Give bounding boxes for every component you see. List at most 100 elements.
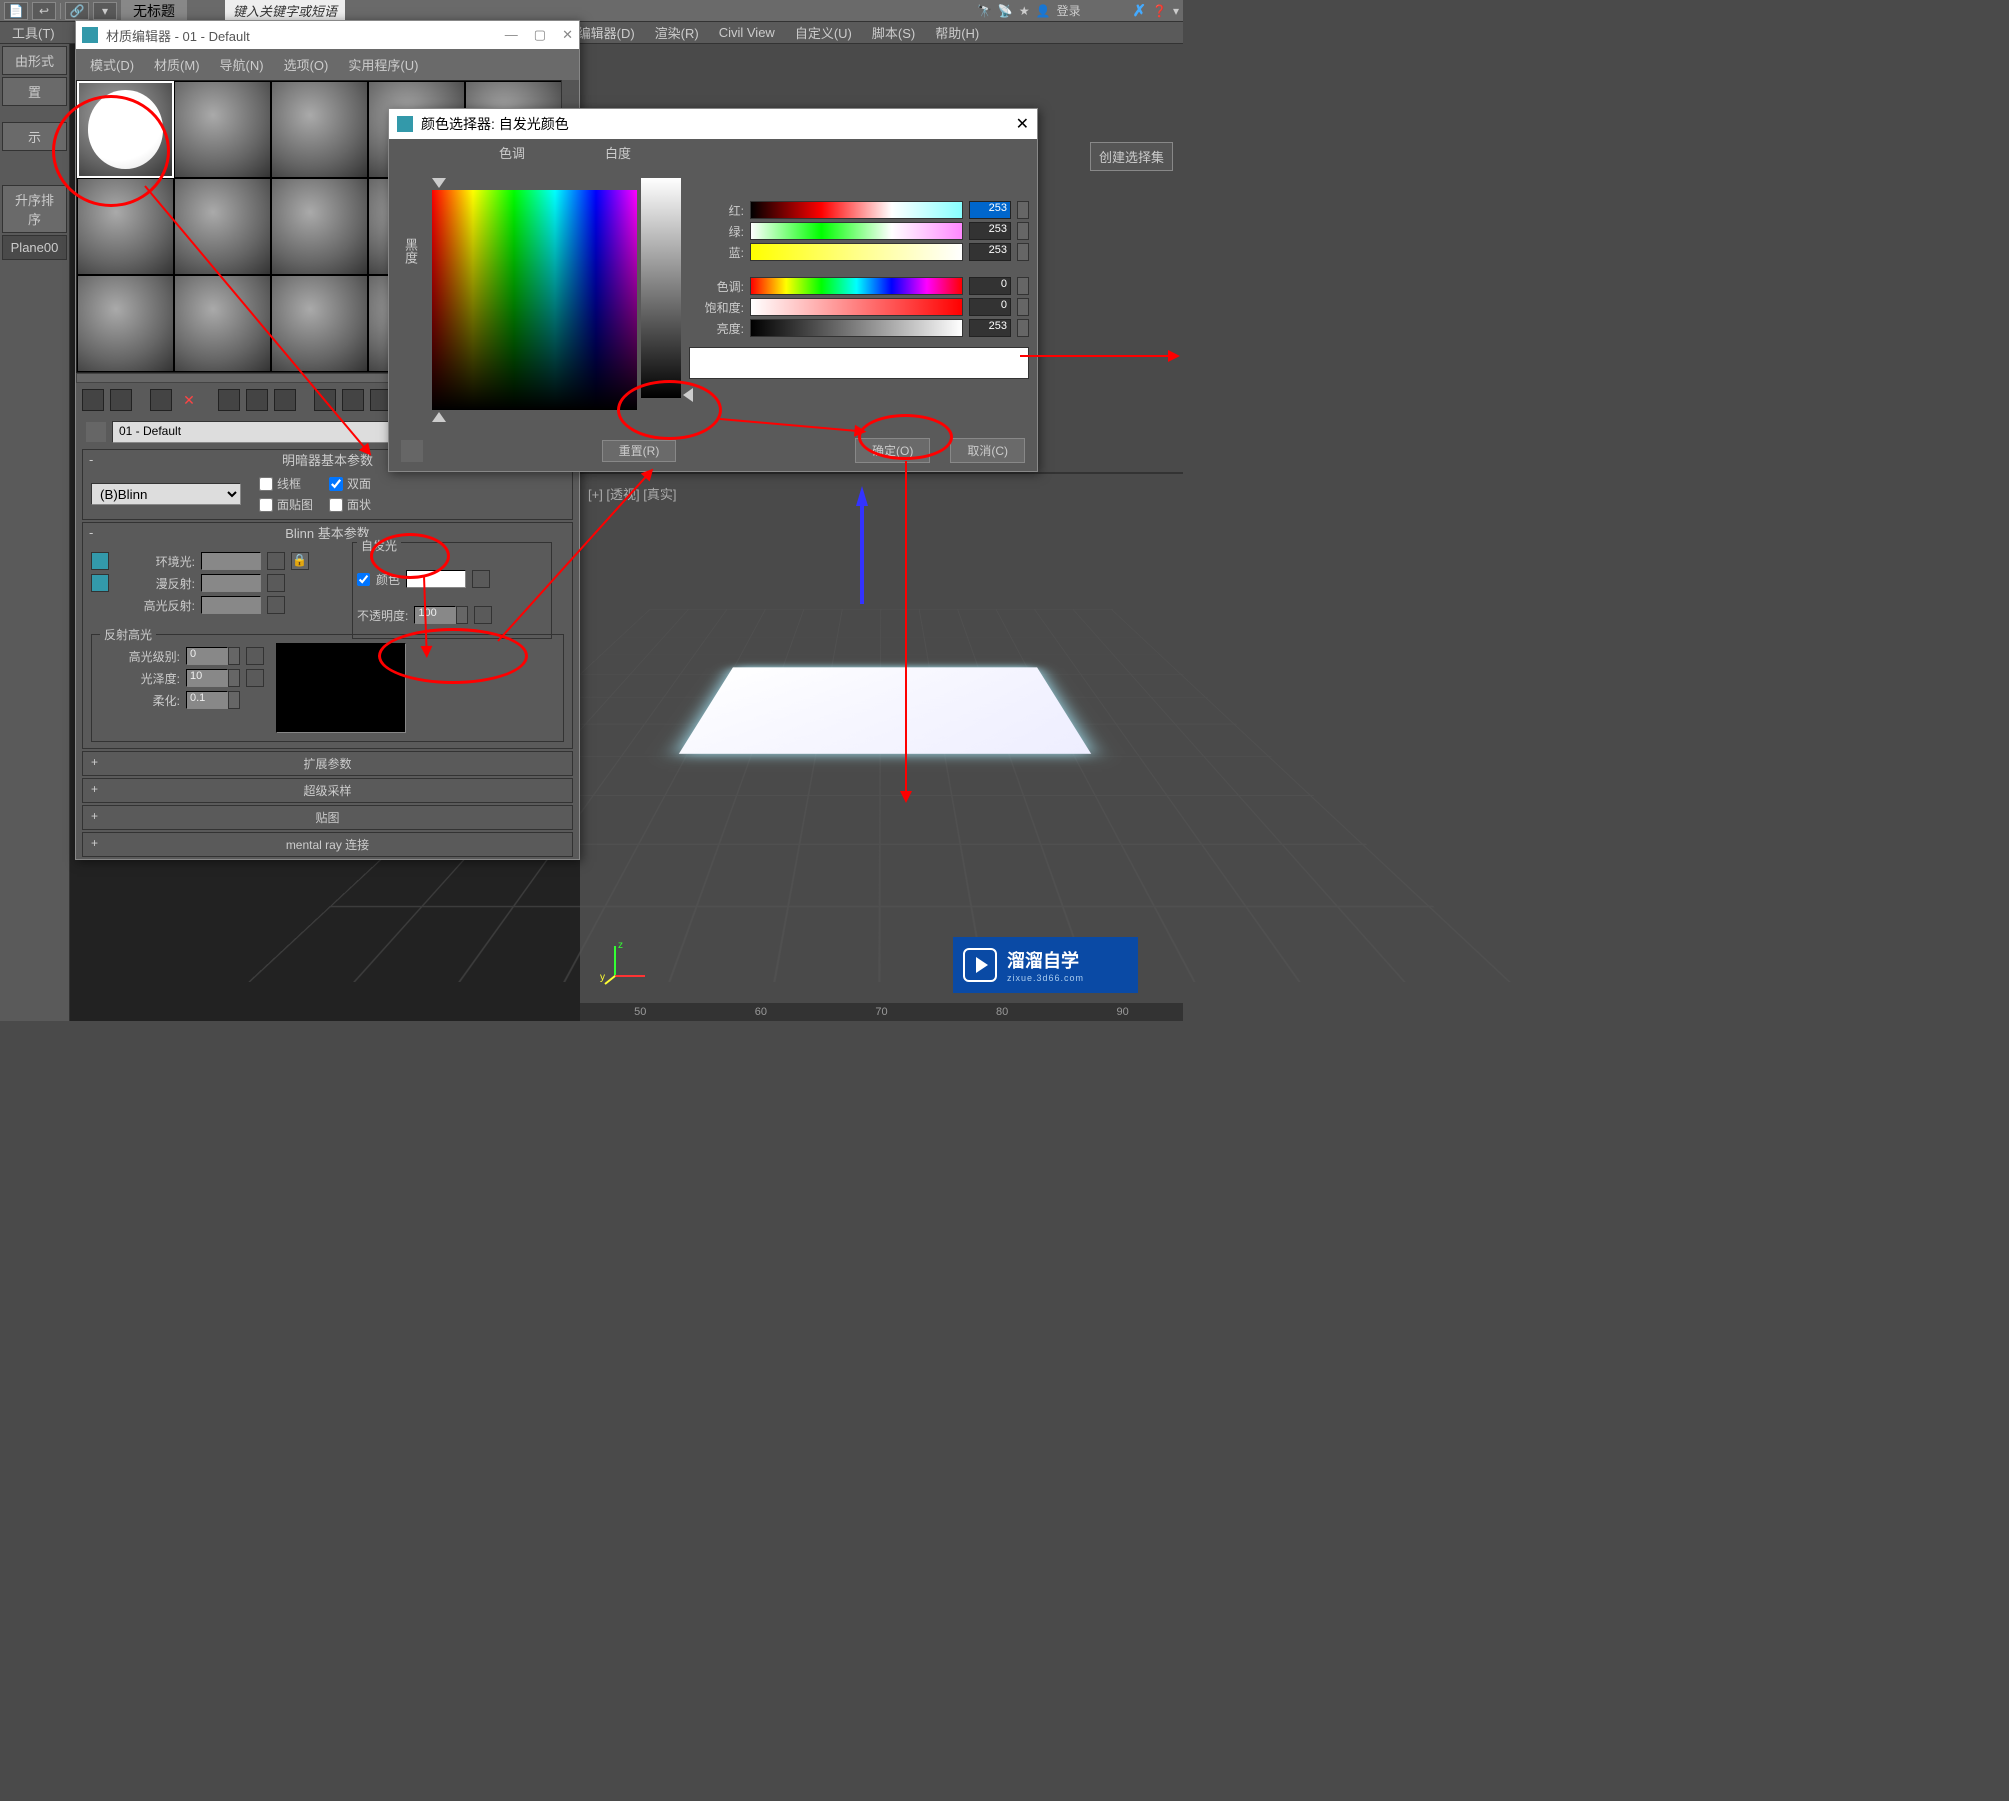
material-slot-2[interactable] <box>174 81 271 178</box>
red-input[interactable]: 253 <box>969 201 1011 219</box>
opacity-spinner[interactable]: 100 <box>414 606 468 624</box>
timeline-ruler[interactable]: 50 60 70 80 90 <box>580 1003 1183 1021</box>
material-slot-12[interactable] <box>174 275 271 372</box>
color-preview-swatch[interactable] <box>689 347 1029 379</box>
material-slot-6[interactable] <box>77 178 174 275</box>
eyedropper-icon[interactable] <box>86 422 106 442</box>
green-spin[interactable] <box>1017 222 1029 240</box>
me-tool-7[interactable] <box>274 389 296 411</box>
minimize-icon[interactable]: — <box>505 27 518 43</box>
color-eyedropper-icon[interactable] <box>401 440 423 462</box>
material-slot-8[interactable] <box>271 178 368 275</box>
specular-level-spinner[interactable]: 0 <box>186 647 240 665</box>
menu-render[interactable]: 渲染(R) <box>645 21 709 44</box>
whiteness-marker[interactable] <box>683 388 693 402</box>
ambient-color-swatch[interactable] <box>201 552 261 570</box>
me-menu-mode[interactable]: 模式(D) <box>80 51 144 78</box>
sat-spin[interactable] <box>1017 298 1029 316</box>
hue-spin[interactable] <box>1017 277 1029 295</box>
collapse-icon[interactable]: - <box>89 525 103 540</box>
ambient-lock-btn[interactable]: 🔒 <box>291 552 309 570</box>
bright-slider[interactable] <box>750 319 963 337</box>
wireframe-check[interactable]: 线框 <box>259 475 313 492</box>
ambient-map-btn[interactable] <box>267 552 285 570</box>
me-tool-delete[interactable]: ✕ <box>178 389 200 411</box>
hue-slider[interactable] <box>750 277 963 295</box>
viewport-label[interactable]: [+] [透视] [真实] <box>588 484 677 503</box>
collapse-icon[interactable]: - <box>89 452 103 467</box>
blue-slider[interactable] <box>750 243 963 261</box>
sidebar-show[interactable]: 示 <box>2 122 67 151</box>
diffuse-map-btn[interactable] <box>267 574 285 592</box>
green-slider[interactable] <box>750 222 963 240</box>
me-tool-8[interactable] <box>314 389 336 411</box>
material-slot-11[interactable] <box>77 275 174 372</box>
specular-color-swatch[interactable] <box>201 596 261 614</box>
material-slot-1[interactable] <box>77 81 174 178</box>
hue-input[interactable]: 0 <box>969 277 1011 295</box>
bright-spin[interactable] <box>1017 319 1029 337</box>
whiteness-slider[interactable] <box>641 178 681 398</box>
red-spin[interactable] <box>1017 201 1029 219</box>
rollout-maps[interactable]: +贴图 <box>82 805 573 830</box>
maximize-icon[interactable]: ▢ <box>534 27 546 43</box>
ambient-lock-icon[interactable] <box>91 552 109 570</box>
self-illum-color-check[interactable] <box>357 573 370 586</box>
me-tool-2[interactable] <box>110 389 132 411</box>
sidebar-curve-shape[interactable]: 由形式 <box>2 46 67 75</box>
self-illum-color-swatch[interactable] <box>406 570 466 588</box>
specular-map-btn[interactable] <box>267 596 285 614</box>
bright-input[interactable]: 253 <box>969 319 1011 337</box>
hue-saturation-box[interactable] <box>432 190 637 410</box>
me-menu-navigate[interactable]: 导航(N) <box>210 51 274 78</box>
menu-maxscript[interactable]: 脚本(S) <box>862 21 925 44</box>
menu-civil-view[interactable]: Civil View <box>709 23 785 42</box>
toolbar-btn-4[interactable]: ▾ <box>93 2 117 20</box>
material-slot-3[interactable] <box>271 81 368 178</box>
close-icon[interactable]: ✕ <box>562 27 573 43</box>
toolbar-btn-1[interactable]: 📄 <box>4 2 28 20</box>
sat-slider[interactable] <box>750 298 963 316</box>
glossiness-spinner[interactable]: 10 <box>186 669 240 687</box>
soften-spinner[interactable]: 0.1 <box>186 691 240 709</box>
me-menu-utilities[interactable]: 实用程序(U) <box>338 51 428 78</box>
ok-button[interactable]: 确定(O) <box>855 438 930 463</box>
opacity-map-btn[interactable] <box>474 606 492 624</box>
face-map-check[interactable]: 面贴图 <box>259 496 313 513</box>
close-icon[interactable]: ✕ <box>1016 114 1029 134</box>
toolbar-btn-link[interactable]: 🔗 <box>65 2 89 20</box>
me-tool-6[interactable] <box>246 389 268 411</box>
shader-type-select[interactable]: (B)Blinn <box>91 483 241 505</box>
menu-tools[interactable]: 工具(T) <box>2 21 65 44</box>
glossiness-map-btn[interactable] <box>246 669 264 687</box>
me-menu-options[interactable]: 选项(O) <box>274 51 339 78</box>
sidebar-set[interactable]: 置 <box>2 77 67 106</box>
login-button[interactable]: 登录 <box>1057 2 1081 19</box>
blue-spin[interactable] <box>1017 243 1029 261</box>
diffuse-lock-icon[interactable] <box>91 574 109 592</box>
x-icon[interactable]: ✗ <box>1133 1 1146 21</box>
self-illum-map-btn[interactable] <box>472 570 490 588</box>
create-selection-set[interactable]: 创建选择集 <box>1090 142 1173 171</box>
rollout-mental-ray[interactable]: +mental ray 连接 <box>82 832 573 857</box>
material-slot-7[interactable] <box>174 178 271 275</box>
cancel-button[interactable]: 取消(C) <box>950 438 1025 463</box>
reset-button[interactable]: 重置(R) <box>602 440 677 462</box>
me-tool-1[interactable] <box>82 389 104 411</box>
red-slider[interactable] <box>750 201 963 219</box>
speclevel-map-btn[interactable] <box>246 647 264 665</box>
me-tool-5[interactable] <box>218 389 240 411</box>
me-tool-3[interactable] <box>150 389 172 411</box>
sat-input[interactable]: 0 <box>969 298 1011 316</box>
dropdown-icon[interactable]: ▾ <box>1173 4 1179 18</box>
diffuse-color-swatch[interactable] <box>201 574 261 592</box>
two-sided-check[interactable]: 双面 <box>329 475 371 492</box>
material-editor-titlebar[interactable]: 材质编辑器 - 01 - Default — ▢ ✕ <box>76 21 579 49</box>
green-input[interactable]: 253 <box>969 222 1011 240</box>
search-input[interactable]: 键入关键字或短语 <box>225 0 345 22</box>
rollout-extended[interactable]: +扩展参数 <box>82 751 573 776</box>
faceted-check[interactable]: 面状 <box>329 496 371 513</box>
viewport-plane-object[interactable] <box>679 667 1091 753</box>
material-slot-13[interactable] <box>271 275 368 372</box>
move-gizmo[interactable] <box>860 504 864 604</box>
